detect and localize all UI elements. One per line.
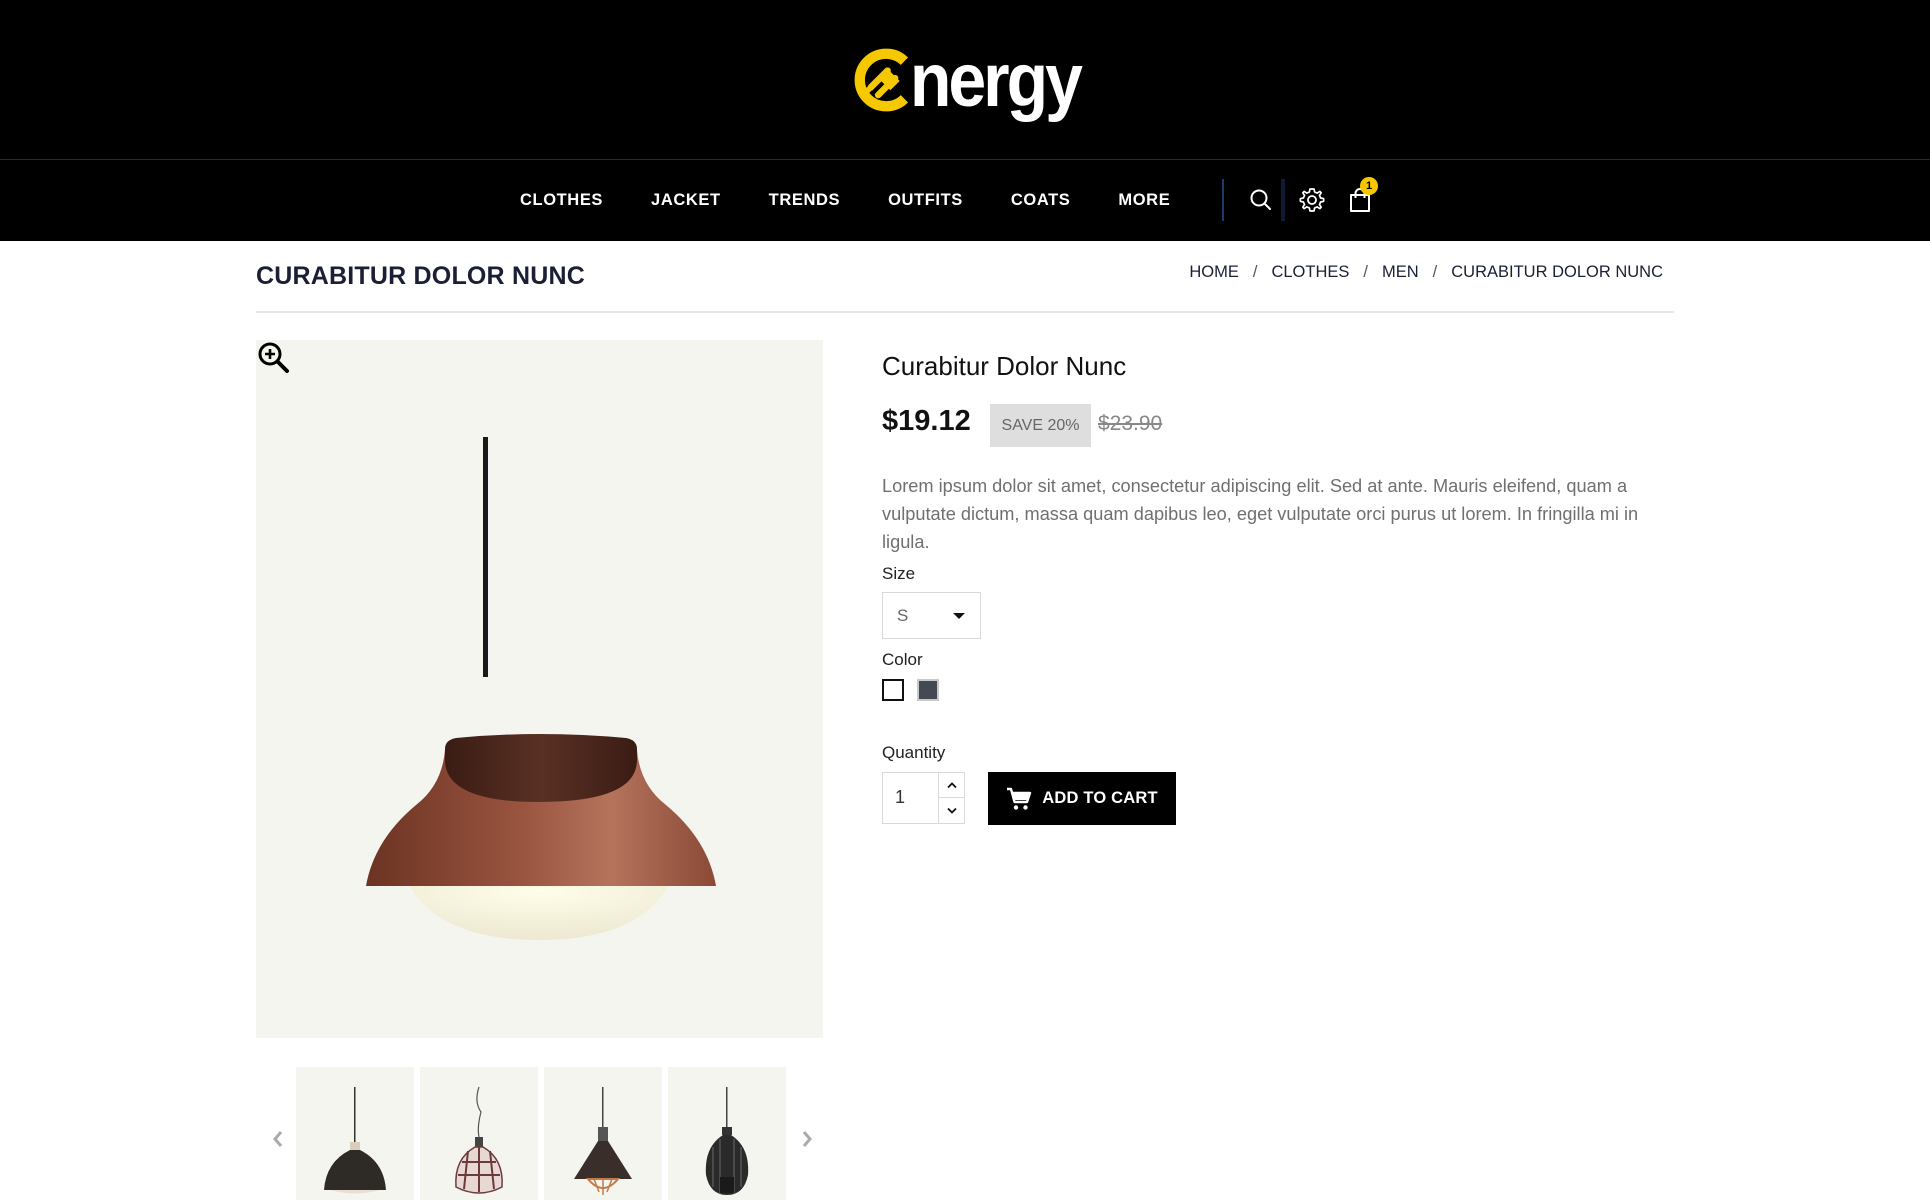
nav-item-jacket[interactable]: JACKET bbox=[651, 191, 721, 210]
logo-text: nergy bbox=[909, 37, 1083, 123]
search-icon bbox=[1250, 189, 1271, 210]
product-thumbnail[interactable] bbox=[668, 1067, 786, 1200]
zoom-in-icon[interactable] bbox=[256, 340, 290, 374]
chevron-left-icon bbox=[273, 1131, 283, 1147]
nav-item-trends[interactable]: TRENDS bbox=[769, 191, 840, 210]
product-thumbnail[interactable] bbox=[420, 1067, 538, 1200]
thumbnail-lamp-image bbox=[705, 1087, 749, 1195]
size-label: Size bbox=[882, 564, 916, 583]
nav-item-clothes[interactable]: CLOTHES bbox=[520, 191, 603, 210]
nav-menu: CLOTHES JACKET TRENDS OUTFITS COATS MORE bbox=[520, 160, 1218, 241]
breadcrumb-separator: / bbox=[1252, 263, 1258, 281]
breadcrumb-clothes[interactable]: CLOTHES bbox=[1271, 263, 1349, 282]
main-navigation: CLOTHES JACKET TRENDS OUTFITS COATS MORE… bbox=[0, 160, 1930, 241]
brand-logo[interactable]: nergy bbox=[850, 40, 1083, 120]
caret-down-icon bbox=[953, 613, 965, 619]
site-header: nergy bbox=[0, 0, 1930, 160]
chevron-right-icon bbox=[802, 1131, 812, 1147]
add-to-cart-button[interactable]: ADD TO CART bbox=[988, 772, 1176, 825]
quantity-decrease-button[interactable] bbox=[938, 798, 965, 823]
breadcrumb-separator: / bbox=[1432, 263, 1438, 281]
color-swatch-dark-gray[interactable] bbox=[917, 679, 939, 701]
breadcrumb-home[interactable]: HOME bbox=[1189, 263, 1239, 282]
breadcrumb-men[interactable]: MEN bbox=[1382, 263, 1419, 282]
add-to-cart-label: ADD TO CART bbox=[1042, 789, 1158, 807]
heading-divider bbox=[256, 311, 1674, 313]
quantity-input[interactable]: 1 bbox=[895, 787, 935, 808]
color-label: Color bbox=[882, 650, 923, 669]
product-title: Curabitur Dolor Nunc bbox=[882, 351, 1127, 381]
thumbnail-lamp-image bbox=[455, 1086, 503, 1194]
logo-plug-icon bbox=[854, 48, 909, 112]
breadcrumb-separator: / bbox=[1363, 263, 1368, 281]
color-swatch-white[interactable] bbox=[882, 679, 904, 701]
nav-divider bbox=[1222, 179, 1224, 221]
discount-badge: SAVE 20% bbox=[990, 404, 1091, 447]
quantity-stepper: 1 bbox=[882, 772, 965, 824]
search-button[interactable] bbox=[1243, 179, 1285, 221]
nav-item-coats[interactable]: COATS bbox=[1011, 191, 1071, 210]
size-select[interactable]: S bbox=[882, 592, 981, 639]
breadcrumb-current: CURABITUR DOLOR NUNC bbox=[1451, 263, 1663, 281]
thumbnail-next-button[interactable] bbox=[792, 1124, 822, 1154]
product-thumbnail[interactable] bbox=[296, 1067, 414, 1200]
shopping-cart-icon bbox=[1007, 787, 1032, 810]
cart-button[interactable]: 1 bbox=[1342, 177, 1378, 218]
nav-item-outfits[interactable]: OUTFITS bbox=[888, 191, 963, 210]
chevron-up-icon bbox=[947, 782, 957, 789]
breadcrumb: HOME / CLOTHES / MEN / CURABITUR DOLOR N… bbox=[1189, 263, 1663, 282]
product-thumbnail[interactable] bbox=[544, 1067, 662, 1200]
quantity-label: Quantity bbox=[882, 743, 946, 762]
cart-count-badge: 1 bbox=[1360, 177, 1378, 195]
gear-icon bbox=[1299, 188, 1325, 212]
product-price: $19.12 bbox=[882, 405, 971, 437]
size-selected-value: S bbox=[897, 606, 909, 625]
thumbnail-lamp-image bbox=[574, 1087, 632, 1195]
thumbnail-lamp-image bbox=[324, 1087, 386, 1194]
thumbnail-prev-button[interactable] bbox=[263, 1124, 293, 1154]
pendant-lamp-image bbox=[366, 437, 716, 940]
nav-item-more[interactable]: MORE bbox=[1118, 191, 1170, 210]
settings-button[interactable] bbox=[1294, 182, 1330, 218]
quantity-increase-button[interactable] bbox=[938, 773, 965, 798]
regular-price: $23.90 bbox=[1098, 412, 1163, 435]
page-title: CURABITUR DOLOR NUNC bbox=[256, 262, 585, 290]
chevron-down-icon bbox=[947, 807, 957, 814]
product-description: Lorem ipsum dolor sit amet, consectetur … bbox=[882, 476, 1639, 552]
product-main-image[interactable] bbox=[256, 340, 823, 1038]
